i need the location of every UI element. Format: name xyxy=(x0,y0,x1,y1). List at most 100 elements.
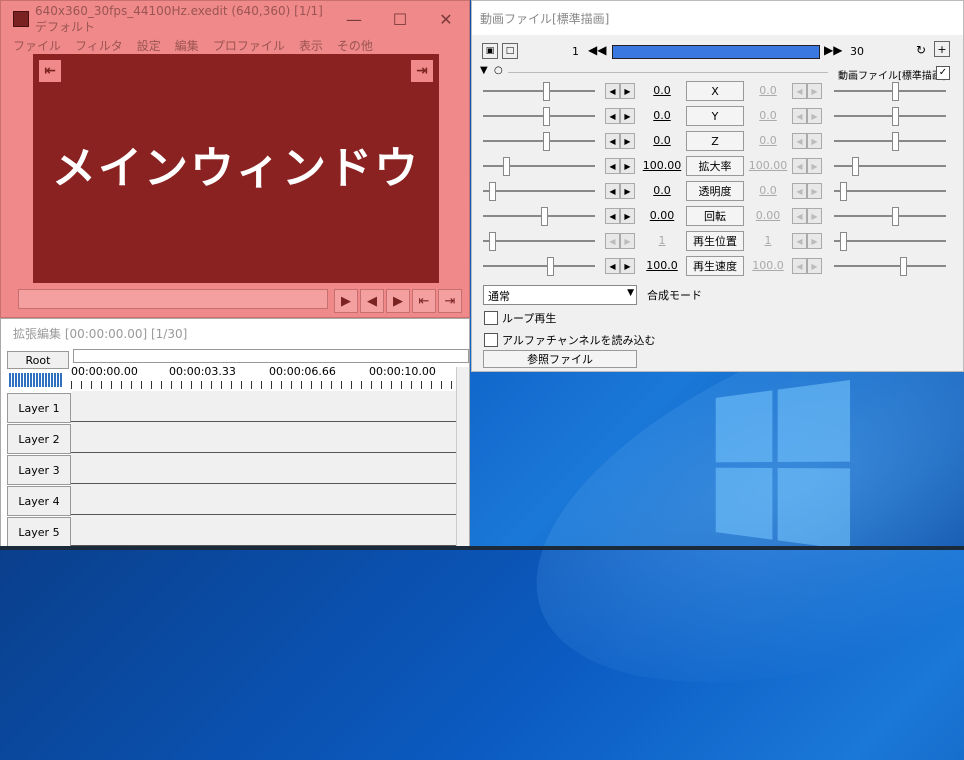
param-left-track[interactable] xyxy=(483,240,595,242)
param-left-track[interactable] xyxy=(483,215,595,217)
param-left-value[interactable]: 0.0 xyxy=(642,184,682,197)
param-left-value[interactable]: 0.0 xyxy=(642,109,682,122)
param-name-button[interactable]: X xyxy=(686,81,744,101)
layer-label[interactable]: Layer 4 xyxy=(7,486,71,516)
param-left-arrows[interactable]: ◀ ▶ xyxy=(605,83,635,99)
minimize-button[interactable]: — xyxy=(331,1,377,37)
arrow-right-icon[interactable]: ▶ xyxy=(620,258,635,274)
refresh-icon[interactable]: ↻ xyxy=(916,43,926,57)
param-right-track[interactable] xyxy=(834,115,946,117)
step-forward-icon[interactable]: ▶ xyxy=(386,289,410,313)
param-right-thumb[interactable] xyxy=(840,232,847,251)
arrow-left-icon[interactable]: ◀ xyxy=(792,83,807,99)
param-right-thumb[interactable] xyxy=(892,132,899,151)
param-left-track[interactable] xyxy=(483,115,595,117)
param-right-arrows[interactable]: ◀ ▶ xyxy=(792,83,822,99)
param-right-thumb[interactable] xyxy=(840,182,847,201)
param-left-thumb[interactable] xyxy=(489,182,496,201)
param-right-value[interactable]: 100.00 xyxy=(748,159,788,172)
object-enable-checkbox[interactable]: ✓ xyxy=(936,66,950,80)
param-right-thumb[interactable] xyxy=(892,82,899,101)
param-left-track[interactable] xyxy=(483,190,595,192)
frame-forward-icon[interactable]: ▶▶ xyxy=(824,43,842,57)
param-right-arrows[interactable]: ◀ ▶ xyxy=(792,158,822,174)
loop-checkbox[interactable] xyxy=(484,311,498,325)
param-left-value[interactable]: 0.0 xyxy=(642,84,682,97)
timeline-hscroll[interactable] xyxy=(73,349,469,363)
param-left-arrows[interactable]: ◀ ▶ xyxy=(605,158,635,174)
arrow-left-icon[interactable]: ◀ xyxy=(792,158,807,174)
arrow-left-icon[interactable]: ◀ xyxy=(605,133,620,149)
collapse-icon[interactable]: ▼ xyxy=(480,65,488,76)
arrow-left-icon[interactable]: ◀ xyxy=(605,158,620,174)
param-right-track[interactable] xyxy=(834,90,946,92)
root-button[interactable]: Root xyxy=(7,351,69,369)
param-right-value[interactable]: 1 xyxy=(748,234,788,247)
menu-settings[interactable]: 設定 xyxy=(137,37,161,55)
camera-control-icon[interactable]: ▣ xyxy=(482,43,498,59)
param-left-thumb[interactable] xyxy=(503,157,510,176)
arrow-right-icon[interactable]: ▶ xyxy=(807,183,822,199)
arrow-right-icon[interactable]: ▶ xyxy=(807,233,822,249)
param-right-thumb[interactable] xyxy=(900,257,907,276)
param-right-arrows[interactable]: ◀ ▶ xyxy=(792,208,822,224)
param-name-button[interactable]: 再生位置 xyxy=(686,231,744,251)
param-left-track[interactable] xyxy=(483,140,595,142)
param-left-track[interactable] xyxy=(483,265,595,267)
go-end-icon[interactable]: ⇥ xyxy=(438,289,462,313)
reference-file-button[interactable]: 参照ファイル xyxy=(483,350,637,368)
param-right-arrows[interactable]: ◀ ▶ xyxy=(792,133,822,149)
alpha-checkbox[interactable] xyxy=(484,333,498,347)
param-right-value[interactable]: 0.0 xyxy=(748,134,788,147)
param-name-button[interactable]: 再生速度 xyxy=(686,256,744,276)
arrow-left-icon[interactable]: ◀ xyxy=(605,208,620,224)
arrow-right-icon[interactable]: ▶ xyxy=(807,108,822,124)
param-name-button[interactable]: 拡大率 xyxy=(686,156,744,176)
layer-row[interactable] xyxy=(71,422,456,453)
param-right-value[interactable]: 100.0 xyxy=(748,259,788,272)
arrow-right-icon[interactable]: ▶ xyxy=(620,158,635,174)
arrow-left-icon[interactable]: ◀ xyxy=(792,208,807,224)
layer-label[interactable]: Layer 2 xyxy=(7,424,71,454)
menu-profile[interactable]: プロファイル xyxy=(213,37,285,55)
param-right-thumb[interactable] xyxy=(892,207,899,226)
menu-other[interactable]: その他 xyxy=(337,37,373,55)
param-right-track[interactable] xyxy=(834,240,946,242)
arrow-left-icon[interactable]: ◀ xyxy=(605,233,620,249)
layer-row[interactable] xyxy=(71,391,456,422)
param-right-value[interactable]: 0.00 xyxy=(748,209,788,222)
layer-label[interactable]: Layer 5 xyxy=(7,517,71,547)
param-left-arrows[interactable]: ◀ ▶ xyxy=(605,108,635,124)
arrow-right-icon[interactable]: ▶ xyxy=(620,183,635,199)
seek-bar[interactable] xyxy=(18,289,328,309)
param-right-thumb[interactable] xyxy=(892,107,899,126)
prev-keyframe-icon[interactable]: ⇤ xyxy=(39,60,61,82)
param-left-thumb[interactable] xyxy=(543,132,550,151)
param-right-value[interactable]: 0.0 xyxy=(748,84,788,97)
param-left-value[interactable]: 0.0 xyxy=(642,134,682,147)
next-keyframe-icon[interactable]: ⇥ xyxy=(411,60,433,82)
param-left-arrows[interactable]: ◀ ▶ xyxy=(605,133,635,149)
timeline-vscroll[interactable] xyxy=(456,367,469,547)
maximize-button[interactable]: ☐ xyxy=(377,1,423,37)
param-left-thumb[interactable] xyxy=(543,82,550,101)
param-right-thumb[interactable] xyxy=(852,157,859,176)
arrow-right-icon[interactable]: ▶ xyxy=(620,133,635,149)
blend-mode-select[interactable]: 通常 ▼ xyxy=(483,285,637,305)
close-button[interactable]: ✕ xyxy=(423,1,469,37)
param-left-value[interactable]: 100.00 xyxy=(642,159,682,172)
param-name-button[interactable]: 回転 xyxy=(686,206,744,226)
param-left-thumb[interactable] xyxy=(543,107,550,126)
arrow-left-icon[interactable]: ◀ xyxy=(792,258,807,274)
param-right-arrows[interactable]: ◀ ▶ xyxy=(792,233,822,249)
arrow-left-icon[interactable]: ◀ xyxy=(605,83,620,99)
param-right-track[interactable] xyxy=(834,165,946,167)
preview-area[interactable]: ⇤ ⇥ メインウィンドウ xyxy=(33,54,439,283)
param-right-arrows[interactable]: ◀ ▶ xyxy=(792,183,822,199)
param-left-thumb[interactable] xyxy=(489,232,496,251)
param-left-track[interactable] xyxy=(483,90,595,92)
arrow-right-icon[interactable]: ▶ xyxy=(807,83,822,99)
param-right-track[interactable] xyxy=(834,265,946,267)
clipping-icon[interactable]: □ xyxy=(502,43,518,59)
param-right-track[interactable] xyxy=(834,140,946,142)
